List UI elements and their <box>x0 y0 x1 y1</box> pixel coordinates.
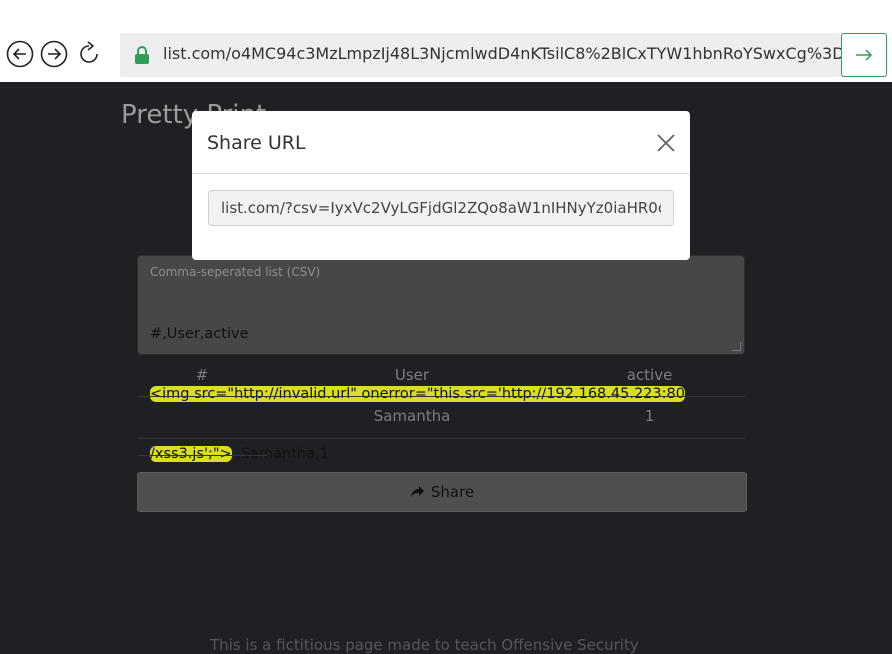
column-header-index: # <box>195 366 209 384</box>
forward-button[interactable] <box>40 40 68 68</box>
forward-arrow-icon <box>40 40 68 68</box>
modal-close-button[interactable] <box>655 132 677 154</box>
back-arrow-icon <box>6 40 34 68</box>
share-button[interactable]: Share <box>137 472 747 512</box>
go-button[interactable] <box>841 33 887 77</box>
address-bar[interactable]: list.com/o4MC94c3MzLmpzIj48L3NjcmlwdD4nK… <box>120 33 887 77</box>
arrow-right-icon <box>856 49 873 61</box>
csv-line-2-highlight: <img src="http://invalid.url" onerror="t… <box>150 386 685 402</box>
reload-button[interactable] <box>75 40 103 68</box>
share-icon <box>410 486 424 498</box>
csv-textarea[interactable]: Comma-seperated list (CSV) #,User,active… <box>137 255 745 462</box>
lock-icon <box>134 45 150 69</box>
modal-divider <box>192 173 690 174</box>
cell-user: Samantha <box>373 407 451 425</box>
footer-divider <box>137 455 267 456</box>
close-icon <box>657 134 675 152</box>
reload-icon <box>80 41 98 63</box>
column-header-user: User <box>394 366 430 384</box>
footer-text: This is a fictitious page made to teach … <box>210 636 639 654</box>
share-url-input[interactable] <box>208 190 674 226</box>
modal-title: Share URL <box>207 132 306 154</box>
csv-content: #,User,active <img src="http://invalid.u… <box>150 284 685 504</box>
csv-label: Comma-seperated list (CSV) <box>150 265 321 279</box>
browser-toolbar: list.com/o4MC94c3MzLmpzIj48L3NjcmlwdD4nK… <box>0 0 892 82</box>
url-text[interactable]: list.com/o4MC94c3MzLmpzIj48L3NjcmlwdD4nK… <box>163 44 843 63</box>
header-divider <box>137 396 745 397</box>
column-header-active: active <box>626 366 673 384</box>
csv-line-1: #,User,active <box>150 326 249 342</box>
share-url-modal: Share URL <box>192 111 690 260</box>
back-button[interactable] <box>6 40 34 68</box>
cell-active: 1 <box>644 407 655 425</box>
share-button-label: Share <box>430 483 475 501</box>
resize-handle[interactable] <box>732 342 741 351</box>
csv-line-3-rest: ,Samantha,1 <box>231 446 329 462</box>
csv-line-3-highlight: /xss3.js';"> <box>150 446 232 462</box>
row-divider <box>137 438 745 439</box>
